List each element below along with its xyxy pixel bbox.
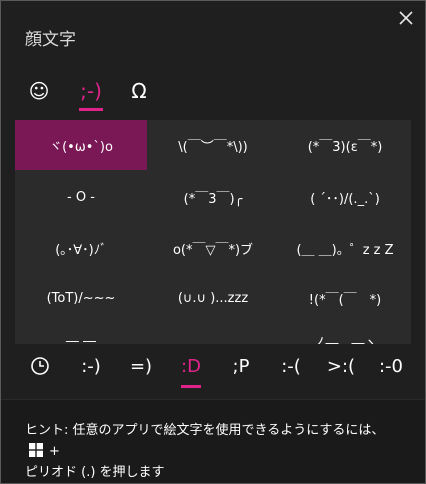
kaomoji-icon: ;-) bbox=[80, 79, 102, 103]
kaomoji-item[interactable]: \(￣︶￣*\)) bbox=[147, 120, 279, 170]
category-wink[interactable]: ;P bbox=[221, 344, 261, 388]
tab-bar: ☺ ;-) Ω bbox=[1, 71, 425, 111]
hint-text: ヒント: 任意のアプリで絵文字を使用できるようにするには、 + ピリオド (.)… bbox=[25, 423, 385, 480]
kaomoji-item[interactable]: (*￣3￣)╭ bbox=[147, 172, 279, 222]
category-smile[interactable]: :-) bbox=[71, 344, 111, 388]
kaomoji-item[interactable] bbox=[147, 316, 279, 344]
kaomoji-item[interactable]: o(*￣▽￣*)ブ bbox=[147, 223, 279, 273]
tab-kaomoji[interactable]: ;-) bbox=[71, 71, 111, 111]
windows-logo-icon bbox=[29, 443, 43, 457]
category-sad[interactable]: :-( bbox=[271, 344, 311, 388]
kaomoji-item[interactable]: ノ― ―ヽ bbox=[279, 316, 411, 345]
kaomoji-item[interactable]: ヾ(•ω•`)o bbox=[15, 120, 147, 170]
kaomoji-item[interactable]: (＿ ＿)。゜z z Z bbox=[279, 223, 411, 273]
close-button[interactable] bbox=[397, 9, 417, 29]
kaomoji-grid: ヾ(•ω•`)o \(￣︶￣*\)) (*￣3)(ε￣*) - O - (*￣3… bbox=[15, 120, 411, 344]
category-bar: :-) =) :D ;P :-( >:( :-0 bbox=[1, 344, 425, 392]
category-laugh[interactable]: :D bbox=[171, 344, 211, 388]
hint-bar: ヒント: 任意のアプリで絵文字を使用できるようにするには、 + ピリオド (.)… bbox=[1, 399, 425, 483]
emoji-panel: 顔文字 ☺ ;-) Ω ヾ(•ω•`)o \(￣︶￣*\)) (*￣3)(ε￣*… bbox=[0, 0, 426, 484]
omega-symbol-icon: Ω bbox=[131, 79, 147, 103]
kaomoji-item[interactable]: - O - bbox=[15, 172, 147, 222]
category-happy[interactable]: =) bbox=[121, 344, 161, 388]
close-icon bbox=[399, 11, 413, 25]
category-recent[interactable] bbox=[23, 344, 57, 388]
kaomoji-item[interactable]: (｡･∀･)ﾉﾞ bbox=[15, 223, 147, 273]
category-angry[interactable]: >:( bbox=[319, 344, 363, 388]
kaomoji-item[interactable]: ( ´･･)/(._.`) bbox=[279, 172, 411, 222]
kaomoji-item[interactable]: (*￣3)(ε￣*) bbox=[279, 120, 411, 170]
clock-icon bbox=[31, 357, 49, 375]
smiley-icon: ☺ bbox=[28, 79, 50, 103]
tab-emoji[interactable]: ☺ bbox=[19, 71, 59, 111]
panel-title: 顔文字 bbox=[25, 30, 76, 50]
category-surprised[interactable]: :-0 bbox=[369, 344, 413, 388]
tab-symbols[interactable]: Ω bbox=[119, 71, 159, 111]
kaomoji-item[interactable]: ― ― bbox=[15, 316, 147, 345]
